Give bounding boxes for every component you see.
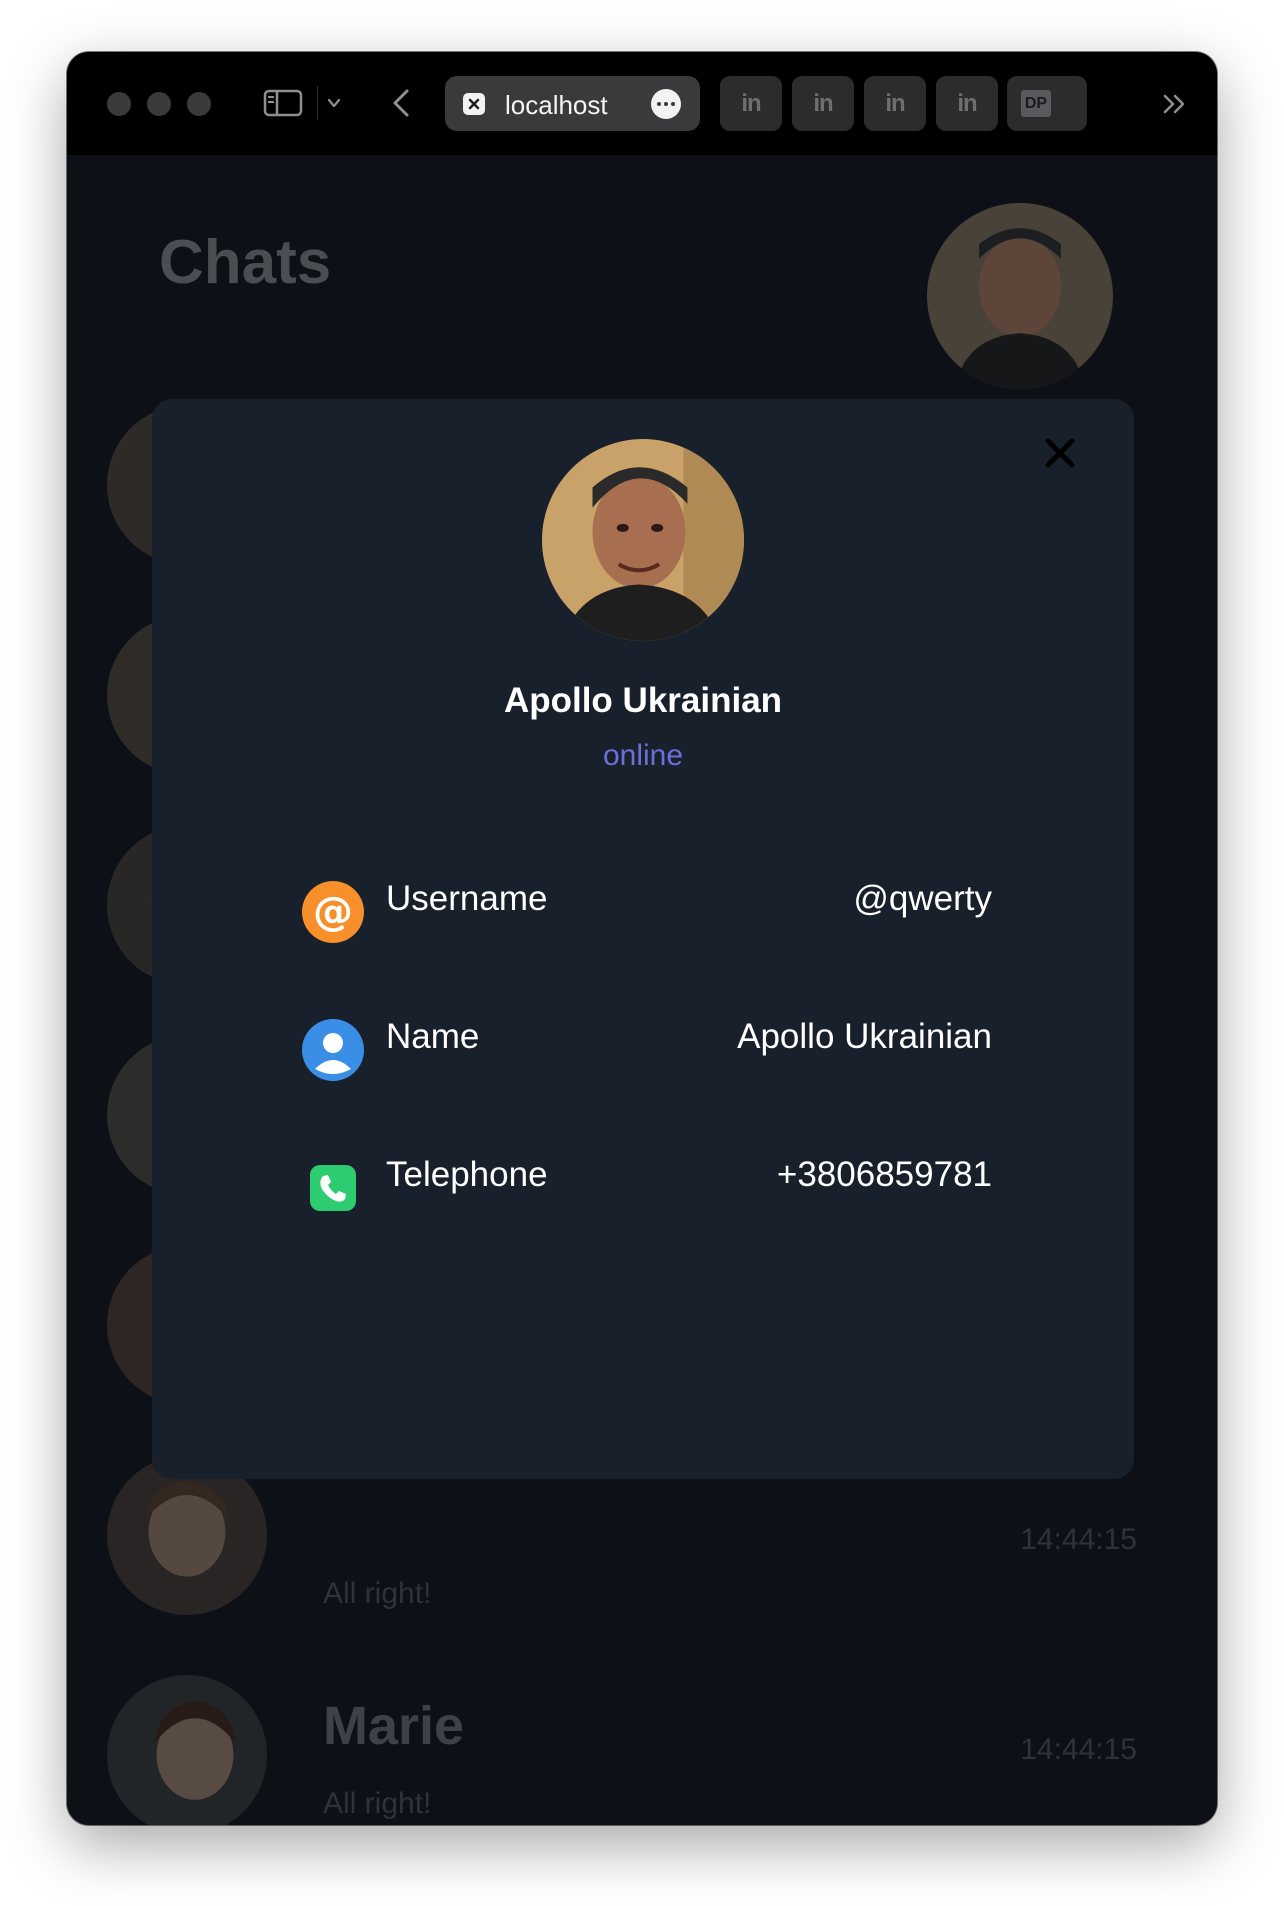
tab-linkedin-4[interactable]: in xyxy=(936,76,998,131)
profile-name: Apollo Ukrainian xyxy=(503,681,783,720)
tab-dp[interactable]: DP xyxy=(1007,76,1087,131)
close-icon[interactable] xyxy=(1040,433,1080,473)
username-value: @qwerty xyxy=(853,879,992,918)
browser-window: localhost in in in in DP Chats 14:44:15 … xyxy=(67,52,1217,1825)
svg-text:@: @ xyxy=(313,889,353,935)
name-row: Name Apollo Ukrainian xyxy=(302,1015,992,1085)
dp-tab-label: DP xyxy=(1021,90,1051,117)
phone-icon xyxy=(302,1157,364,1219)
chat-name: Marie xyxy=(323,1696,465,1756)
maximize-window-button[interactable] xyxy=(187,92,211,116)
tab-linkedin-3[interactable]: in xyxy=(864,76,926,131)
more-options-icon[interactable] xyxy=(651,89,681,119)
status-badge: online xyxy=(602,739,684,772)
window-controls xyxy=(107,92,211,116)
favicon-close-icon xyxy=(463,93,485,115)
profile-modal: Apollo Ukrainian online @ Username @qwer… xyxy=(152,399,1134,1479)
user-icon xyxy=(302,1019,364,1081)
telephone-value: +3806859781 xyxy=(776,1155,992,1194)
username-row: @ Username @qwerty xyxy=(302,877,992,947)
name-value: Apollo Ukrainian xyxy=(737,1017,992,1056)
chevron-down-icon[interactable] xyxy=(325,94,343,112)
close-window-button[interactable] xyxy=(107,92,131,116)
chat-list-item[interactable]: 14:44:15 All right! xyxy=(67,1455,1217,1655)
tab-linkedin-2[interactable]: in xyxy=(792,76,854,131)
chat-avatar xyxy=(107,1455,267,1615)
sidebar-toggle-icon[interactable] xyxy=(263,88,303,118)
profile-avatar xyxy=(542,439,744,641)
chat-list-item[interactable]: Marie 14:44:15 All right! xyxy=(67,1675,1217,1825)
minimize-window-button[interactable] xyxy=(147,92,171,116)
at-icon: @ xyxy=(302,881,364,943)
page-title: Chats xyxy=(159,228,332,297)
chat-time: 14:44:15 xyxy=(1020,1523,1137,1556)
tab-linkedin-1[interactable]: in xyxy=(720,76,782,131)
username-label: Username xyxy=(386,879,548,918)
telephone-row: Telephone +3806859781 xyxy=(302,1153,992,1223)
name-label: Name xyxy=(386,1017,480,1056)
back-arrow-icon[interactable] xyxy=(389,86,413,120)
address-bar[interactable]: localhost xyxy=(445,76,700,131)
chat-message: All right! xyxy=(323,1787,432,1820)
toolbar-divider xyxy=(317,86,318,120)
url-text: localhost xyxy=(505,90,608,120)
browser-toolbar: localhost in in in in DP xyxy=(67,52,1217,155)
my-avatar[interactable] xyxy=(927,203,1113,389)
chat-time: 14:44:15 xyxy=(1020,1733,1137,1766)
chat-avatar xyxy=(107,1675,267,1825)
chat-message: All right! xyxy=(323,1577,432,1610)
telephone-label: Telephone xyxy=(386,1155,548,1194)
more-tabs-icon[interactable] xyxy=(1159,88,1191,120)
